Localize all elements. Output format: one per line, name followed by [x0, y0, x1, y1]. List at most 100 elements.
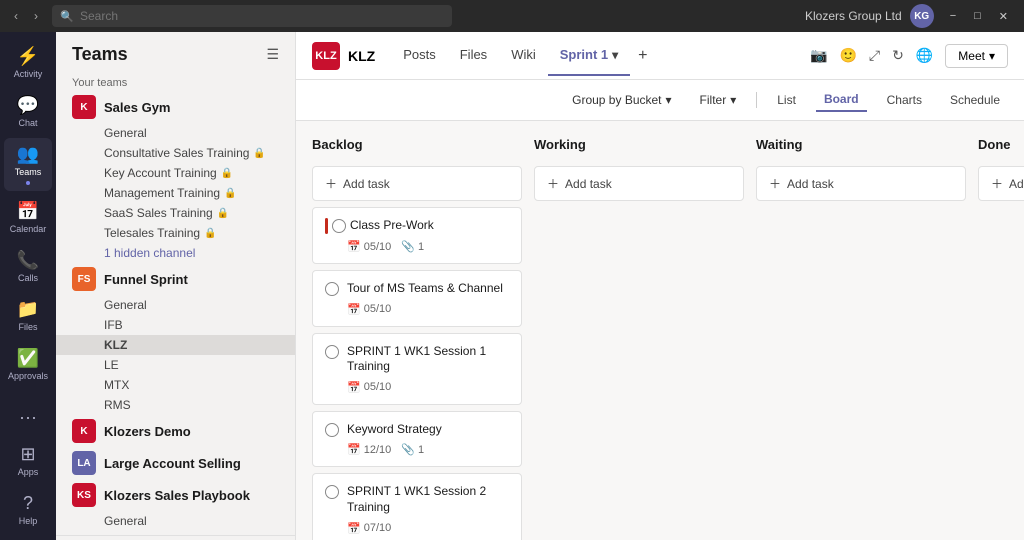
filter-button[interactable]: Filter ▾ [692, 89, 745, 111]
group-by-label: Group by Bucket [572, 93, 661, 107]
view-list-button[interactable]: List [769, 89, 804, 111]
task-title-sprint1-wk1-s1: SPRINT 1 WK1 Session 1 Training [347, 344, 509, 375]
team-item-funnel-sprint[interactable]: FS Funnel Sprint ··· [56, 263, 295, 295]
channel-klz[interactable]: KLZ [56, 335, 295, 355]
task-date-keyword: 📅 12/10 [347, 443, 391, 456]
search-input[interactable] [52, 5, 452, 27]
channel-telesales[interactable]: Telesales Training 🔒 [56, 223, 295, 243]
channel-management[interactable]: Management Training 🔒 [56, 183, 295, 203]
nav-forward-button[interactable]: › [28, 7, 44, 25]
window-controls: − □ ✕ [942, 8, 1016, 25]
rail-item-activity[interactable]: ⚡ Activity [4, 40, 52, 85]
rail-label-chat: Chat [18, 118, 37, 128]
header-icon-2[interactable]: 🙂 [839, 47, 856, 64]
meet-button[interactable]: Meet ▾ [945, 44, 1008, 68]
minimize-button[interactable]: − [942, 8, 964, 25]
tab-files[interactable]: Files [448, 35, 499, 76]
hidden-channel-link[interactable]: 1 hidden channel [56, 243, 295, 263]
teams-icon: 👥 [17, 144, 39, 165]
lock-icon-mgmt: 🔒 [224, 188, 236, 199]
task-card-tour[interactable]: Tour of MS Teams & Channel 📅 05/10 [312, 270, 522, 327]
rail-item-help[interactable]: ? Help [4, 487, 52, 532]
channel-general-sg[interactable]: General [56, 123, 295, 143]
org-name: Klozers Group Ltd [805, 9, 902, 23]
header-icon-1[interactable]: 📷 [810, 47, 827, 64]
filter-icon[interactable]: ☰ [266, 46, 279, 63]
team-logo-sales-gym: K [72, 95, 96, 119]
close-button[interactable]: ✕ [991, 8, 1016, 25]
sidebar-header: Teams ☰ [56, 32, 295, 73]
rail-item-calendar[interactable]: 📅 Calendar [4, 195, 52, 240]
header-icon-4[interactable]: ↻ [892, 47, 904, 64]
maximize-button[interactable]: □ [966, 8, 989, 25]
meet-label: Meet [958, 49, 985, 63]
view-board-button[interactable]: Board [816, 88, 867, 112]
group-by-button[interactable]: Group by Bucket ▾ [564, 89, 679, 111]
channel-le[interactable]: LE [56, 355, 295, 375]
channel-key-account[interactable]: Key Account Training 🔒 [56, 163, 295, 183]
tab-wiki[interactable]: Wiki [499, 35, 548, 76]
channel-header: KLZ KLZ Posts Files Wiki Sprint 1 ▾ + 📷 … [296, 32, 1024, 80]
title-bar: ‹ › 🔍 Klozers Group Ltd KG − □ ✕ [0, 0, 1024, 32]
header-icon-5[interactable]: 🌐 [916, 47, 933, 64]
nav-back-button[interactable]: ‹ [8, 7, 24, 25]
lock-icon-saas: 🔒 [217, 208, 229, 219]
rail-item-teams[interactable]: 👥 Teams [4, 138, 52, 191]
activity-icon: ⚡ [17, 46, 39, 67]
lock-icon-consultative: 🔒 [253, 148, 265, 159]
task-status-circle-s1 [325, 345, 339, 359]
rail-item-chat[interactable]: 💬 Chat [4, 89, 52, 134]
rail-label-help: Help [19, 516, 38, 526]
team-name-large-account: Large Account Selling [104, 456, 265, 471]
column-header-working: Working [534, 133, 744, 160]
add-task-backlog[interactable]: ＋ Add task [312, 166, 522, 201]
team-item-playbook[interactable]: KS Klozers Sales Playbook ··· [56, 479, 295, 511]
channel-ifb[interactable]: IFB [56, 315, 295, 335]
team-item-klozers-demo[interactable]: K Klozers Demo ··· [56, 415, 295, 447]
channel-general-fs[interactable]: General [56, 295, 295, 315]
rail-item-calls[interactable]: 📞 Calls [4, 244, 52, 289]
add-tab-button[interactable]: + [630, 47, 655, 65]
add-task-done[interactable]: ＋ Add [978, 166, 1024, 201]
rail-label-activity: Activity [14, 69, 43, 79]
task-card-sprint1-wk1-s1[interactable]: SPRINT 1 WK1 Session 1 Training 📅 05/10 [312, 333, 522, 405]
toolbar-divider [756, 92, 757, 108]
task-status-circle-keyword [325, 423, 339, 437]
task-card-sprint1-wk1-s2[interactable]: SPRINT 1 WK1 Session 2 Training 📅 07/10 [312, 473, 522, 540]
priority-indicator [325, 218, 328, 234]
column-waiting: Waiting ＋ Add task [756, 133, 966, 528]
active-indicator [26, 181, 30, 185]
add-task-label-working: Add task [565, 177, 612, 191]
add-task-plus-done: ＋ [991, 175, 1003, 192]
header-actions: 📷 🙂 ⤢ ↻ 🌐 Meet ▾ [810, 44, 1008, 68]
header-icon-3[interactable]: ⤢ [869, 47, 880, 64]
add-task-waiting[interactable]: ＋ Add task [756, 166, 966, 201]
channel-saas[interactable]: SaaS Sales Training 🔒 [56, 203, 295, 223]
view-charts-button[interactable]: Charts [879, 89, 930, 111]
task-attach-class-prework: 📎 1 [401, 240, 424, 253]
tab-posts[interactable]: Posts [391, 35, 448, 76]
team-item-sales-gym[interactable]: K Sales Gym ··· [56, 91, 295, 123]
tab-sprint[interactable]: Sprint 1 ▾ [548, 35, 630, 76]
files-icon: 📁 [17, 299, 39, 320]
channel-mtx[interactable]: MTX [56, 375, 295, 395]
meet-dropdown-icon[interactable]: ▾ [989, 49, 995, 63]
rail-item-approvals[interactable]: ✅ Approvals [4, 342, 52, 387]
view-schedule-button[interactable]: Schedule [942, 89, 1008, 111]
nav-buttons: ‹ › [8, 7, 44, 25]
sidebar: Teams ☰ Your teams K Sales Gym ··· Gener… [56, 32, 296, 540]
join-team-item[interactable]: 👥 Join or create a team ⚙ [56, 535, 295, 540]
channel-consultative[interactable]: Consultative Sales Training 🔒 [56, 143, 295, 163]
add-task-working[interactable]: ＋ Add task [534, 166, 744, 201]
channel-general-playbook[interactable]: General [56, 511, 295, 531]
channel-rms[interactable]: RMS [56, 395, 295, 415]
rail-item-more[interactable]: ··· [4, 401, 52, 434]
rail-item-files[interactable]: 📁 Files [4, 293, 52, 338]
team-item-large-account[interactable]: LA Large Account Selling ··· [56, 447, 295, 479]
rail-label-calendar: Calendar [10, 224, 47, 234]
task-card-class-prework[interactable]: Class Pre-Work 📅 05/10 📎 1 [312, 207, 522, 264]
task-status-circle [332, 219, 346, 233]
rail-item-apps[interactable]: ⊞ Apps [4, 438, 52, 483]
task-card-keyword[interactable]: Keyword Strategy 📅 12/10 📎 1 [312, 411, 522, 468]
sprint-dropdown-icon[interactable]: ▾ [612, 48, 618, 62]
